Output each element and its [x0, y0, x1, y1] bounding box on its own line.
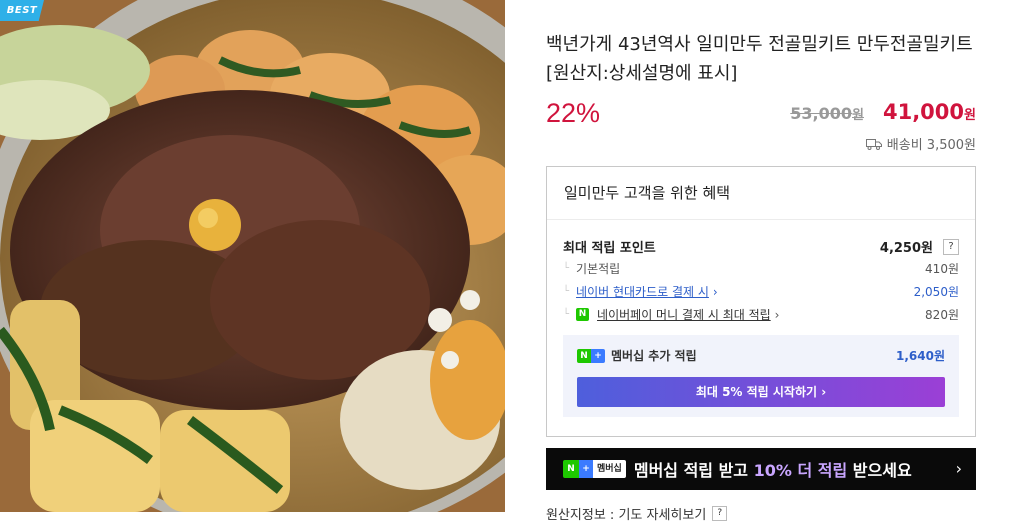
shipping-fee-text: 배송비 3,500원 — [886, 138, 976, 153]
membership-points-label: 멤버십 추가 적립 — [611, 349, 697, 363]
benefit-box: 일미만두 고객을 위한 혜택 최대 적립 포인트 4,250원 ? └ 기본적립 … — [546, 166, 976, 437]
sale-price-value: 41,000 — [882, 100, 965, 124]
basic-points-value: 410원 — [925, 262, 959, 276]
sale-price: 41,000원 — [883, 100, 976, 124]
plus-icon: + — [579, 460, 593, 478]
max-points-label: 최대 적립 포인트 — [563, 241, 656, 256]
origin-help-icon[interactable]: ? — [712, 506, 728, 521]
chevron-right-icon: › — [821, 385, 827, 399]
banner-text-highlight: 10% 더 적립 — [753, 461, 848, 480]
chevron-right-icon: › — [774, 307, 780, 322]
naver-plus-membership-badge: N + 멤버십 — [563, 460, 626, 478]
membership-start-button[interactable]: 최대 5% 적립 시작하기 › — [577, 377, 945, 407]
card-points-link[interactable]: 네이버 현대카드로 결제 시 — [576, 283, 709, 300]
max-points-row: 최대 적립 포인트 4,250원 ? — [563, 237, 959, 256]
original-price: 53,000원 — [790, 104, 864, 123]
product-title: 백년가게 43년역사 일미만두 전골밀키트 만두전골밀키트 [원산지:상세설명에… — [546, 34, 973, 84]
card-points-value: 2,050원 — [913, 285, 959, 299]
membership-box: N + 멤버십 추가 적립 1,640원 최대 5% 적립 시작하기 › — [563, 335, 959, 417]
membership-start-label: 최대 5% 적립 시작하기 — [695, 385, 818, 399]
card-points-row: └ 네이버 현대카드로 결제 시 › 2,050원 — [563, 283, 959, 300]
origin-info: 원산지정보 : 기도 자세히보기 ? — [546, 504, 728, 523]
banner-text: 멤버십 적립 받고 10% 더 적립 받으세요 — [634, 457, 912, 481]
shipping-fee: 배송비 3,500원 — [865, 134, 976, 153]
benefit-title: 일미만두 고객을 위한 혜택 — [547, 167, 975, 220]
npay-points-value: 820원 — [925, 308, 959, 322]
product-photo-graphic — [0, 0, 505, 512]
best-badge: BEST — [0, 0, 44, 21]
chevron-right-icon: › — [955, 459, 962, 478]
npay-points-link[interactable]: 네이버페이 머니 결제 시 최대 적립 — [597, 306, 771, 323]
banner-text-part2: 받으세요 — [847, 461, 912, 480]
naver-n-icon: N — [563, 460, 579, 478]
help-button[interactable]: ? — [943, 238, 959, 255]
npay-points-row: └ N 네이버페이 머니 결제 시 최대 적립 › 820원 — [563, 306, 959, 323]
banner-text-part1: 멤버십 적립 받고 — [633, 461, 754, 480]
membership-points-row: N + 멤버십 추가 적립 1,640원 — [577, 347, 945, 364]
sub-item-mark: └ — [563, 286, 570, 297]
sale-price-unit: 원 — [964, 108, 976, 123]
membership-banner[interactable]: N + 멤버십 멤버십 적립 받고 10% 더 적립 받으세요 › — [546, 448, 976, 490]
original-price-value: 53,000 — [790, 104, 853, 123]
discount-rate: 22% — [546, 98, 601, 128]
badge-text: 멤버십 — [593, 460, 626, 478]
original-price-unit: 원 — [852, 108, 864, 123]
basic-points-label: 기본적립 — [576, 262, 621, 276]
truck-icon — [865, 138, 882, 150]
product-image[interactable]: BEST — [0, 0, 505, 512]
naverpay-icon: N — [576, 308, 590, 321]
basic-points-row: └ 기본적립 410원 — [563, 260, 959, 277]
sub-item-mark: └ — [563, 309, 570, 320]
naver-plus-icon: N + — [577, 348, 605, 363]
chevron-right-icon: › — [712, 284, 718, 299]
membership-points-value: 1,640원 — [896, 349, 945, 363]
max-points-value: 4,250원 — [879, 241, 933, 256]
origin-info-text: 원산지정보 : 기도 자세히보기 — [546, 508, 707, 523]
sub-item-mark: └ — [563, 263, 570, 274]
